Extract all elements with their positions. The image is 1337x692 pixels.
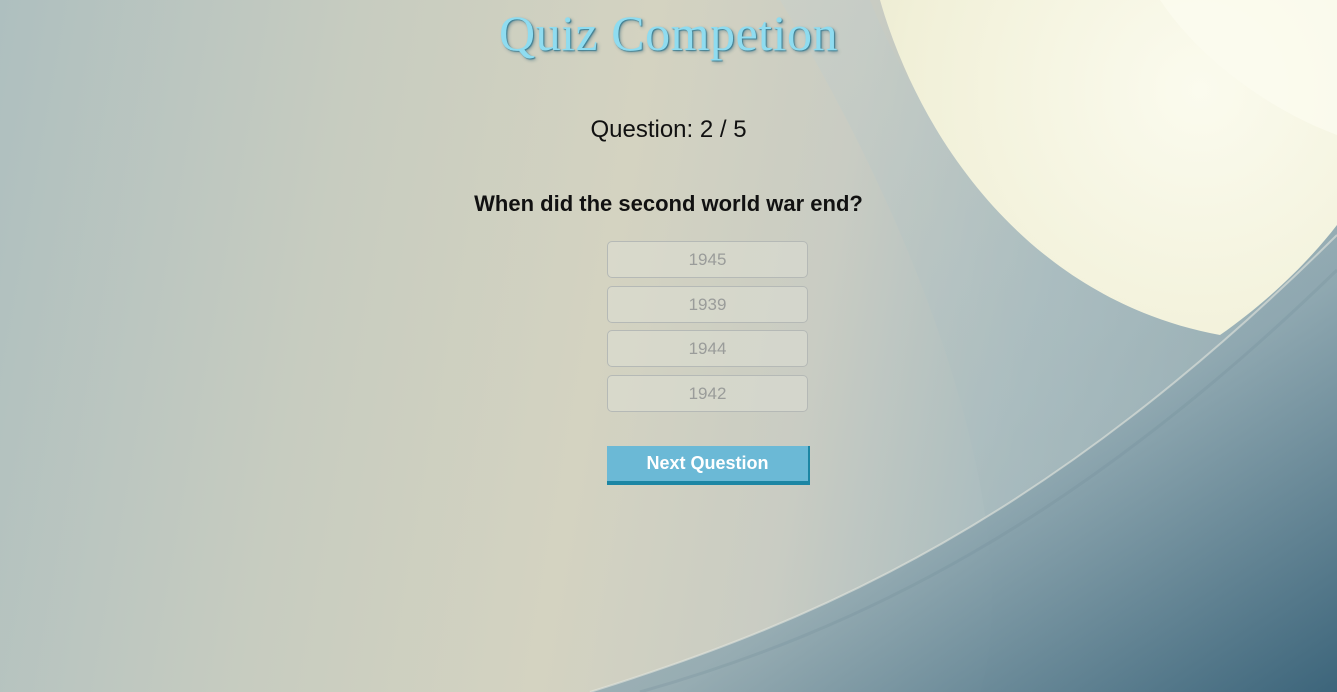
answer-option-2[interactable]: 1939 <box>607 285 808 323</box>
answer-option-3[interactable]: 1944 <box>607 330 808 367</box>
next-question-button[interactable]: Next Question <box>607 446 810 485</box>
answer-list: 1945 1939 1944 1942 <box>607 241 808 419</box>
answer-option-1[interactable]: 1945 <box>607 241 808 278</box>
question-counter: Question: 2 / 5 <box>590 116 747 143</box>
question-text: When did the second world war end? <box>474 191 863 216</box>
answer-option-4[interactable]: 1942 <box>607 374 808 412</box>
page-title: Quiz Competion <box>499 5 838 61</box>
